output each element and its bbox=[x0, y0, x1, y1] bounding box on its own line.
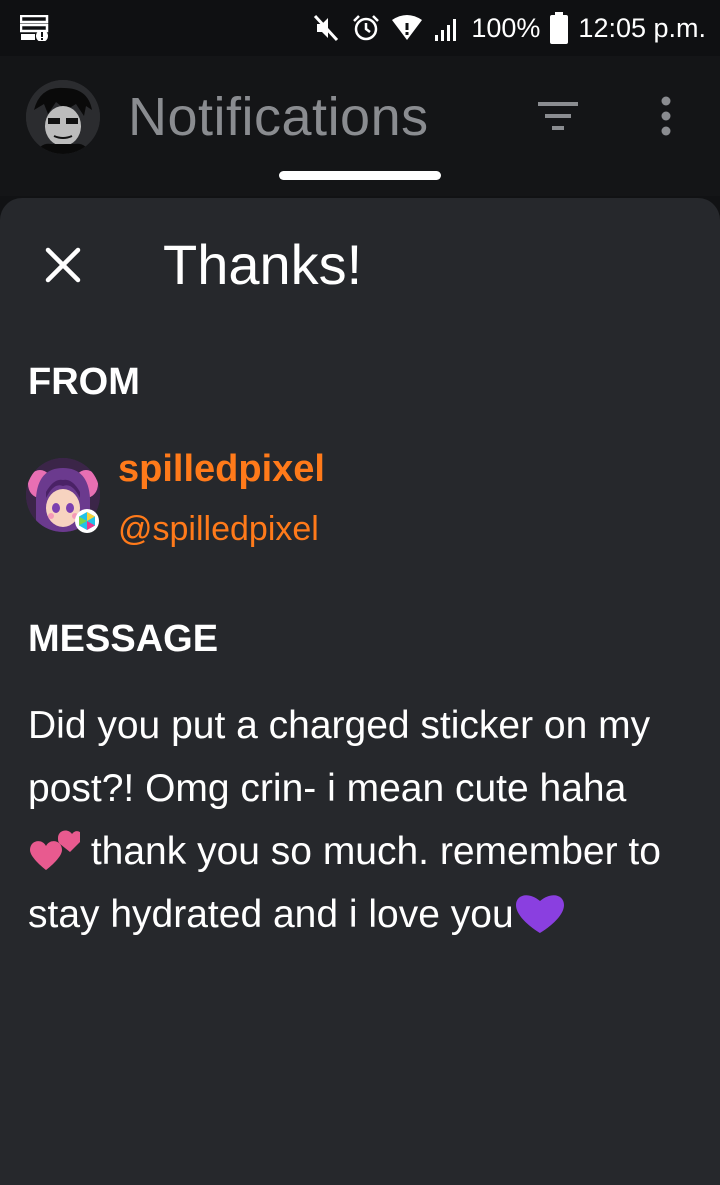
message-part-1: Did you put a charged sticker on my post… bbox=[28, 704, 661, 810]
message-label: MESSAGE bbox=[28, 618, 219, 660]
clock: 12:05 p.m. bbox=[578, 12, 706, 43]
sender-name[interactable]: spilledpixel bbox=[118, 448, 325, 491]
sender-handle[interactable]: @spilledpixel bbox=[118, 510, 319, 549]
avatar[interactable] bbox=[26, 80, 100, 154]
drag-handle[interactable] bbox=[279, 171, 441, 180]
message-text: Did you put a charged sticker on my post… bbox=[28, 694, 688, 946]
status-bar: 100% 12:05 p.m. bbox=[0, 0, 720, 56]
mute-icon bbox=[311, 13, 341, 43]
purple-heart-emoji bbox=[515, 895, 564, 933]
alarm-icon bbox=[351, 13, 381, 43]
app-bar: Notifications bbox=[0, 56, 720, 196]
battery-icon bbox=[550, 12, 569, 44]
sheet-title: Thanks! bbox=[163, 233, 363, 296]
two-hearts-emoji bbox=[30, 830, 80, 870]
wifi-icon bbox=[391, 14, 423, 42]
more-vert-icon bbox=[661, 96, 671, 136]
page-title: Notifications bbox=[128, 87, 429, 147]
more-options-button[interactable] bbox=[652, 96, 680, 136]
close-button[interactable] bbox=[40, 242, 86, 288]
filter-button[interactable] bbox=[536, 98, 580, 134]
battery-percent: 100% bbox=[471, 12, 541, 43]
notification-sheet: Thanks! FROM spilledpixel @spilledpixel … bbox=[0, 198, 720, 1185]
badge-icon bbox=[74, 508, 100, 534]
message-part-2: thank you so much. remember to stay hydr… bbox=[28, 830, 672, 936]
from-label: FROM bbox=[28, 361, 140, 403]
filter-icon bbox=[538, 102, 578, 130]
signal-icon bbox=[433, 15, 461, 41]
close-icon bbox=[45, 247, 81, 283]
data-saver-icon bbox=[20, 15, 50, 41]
